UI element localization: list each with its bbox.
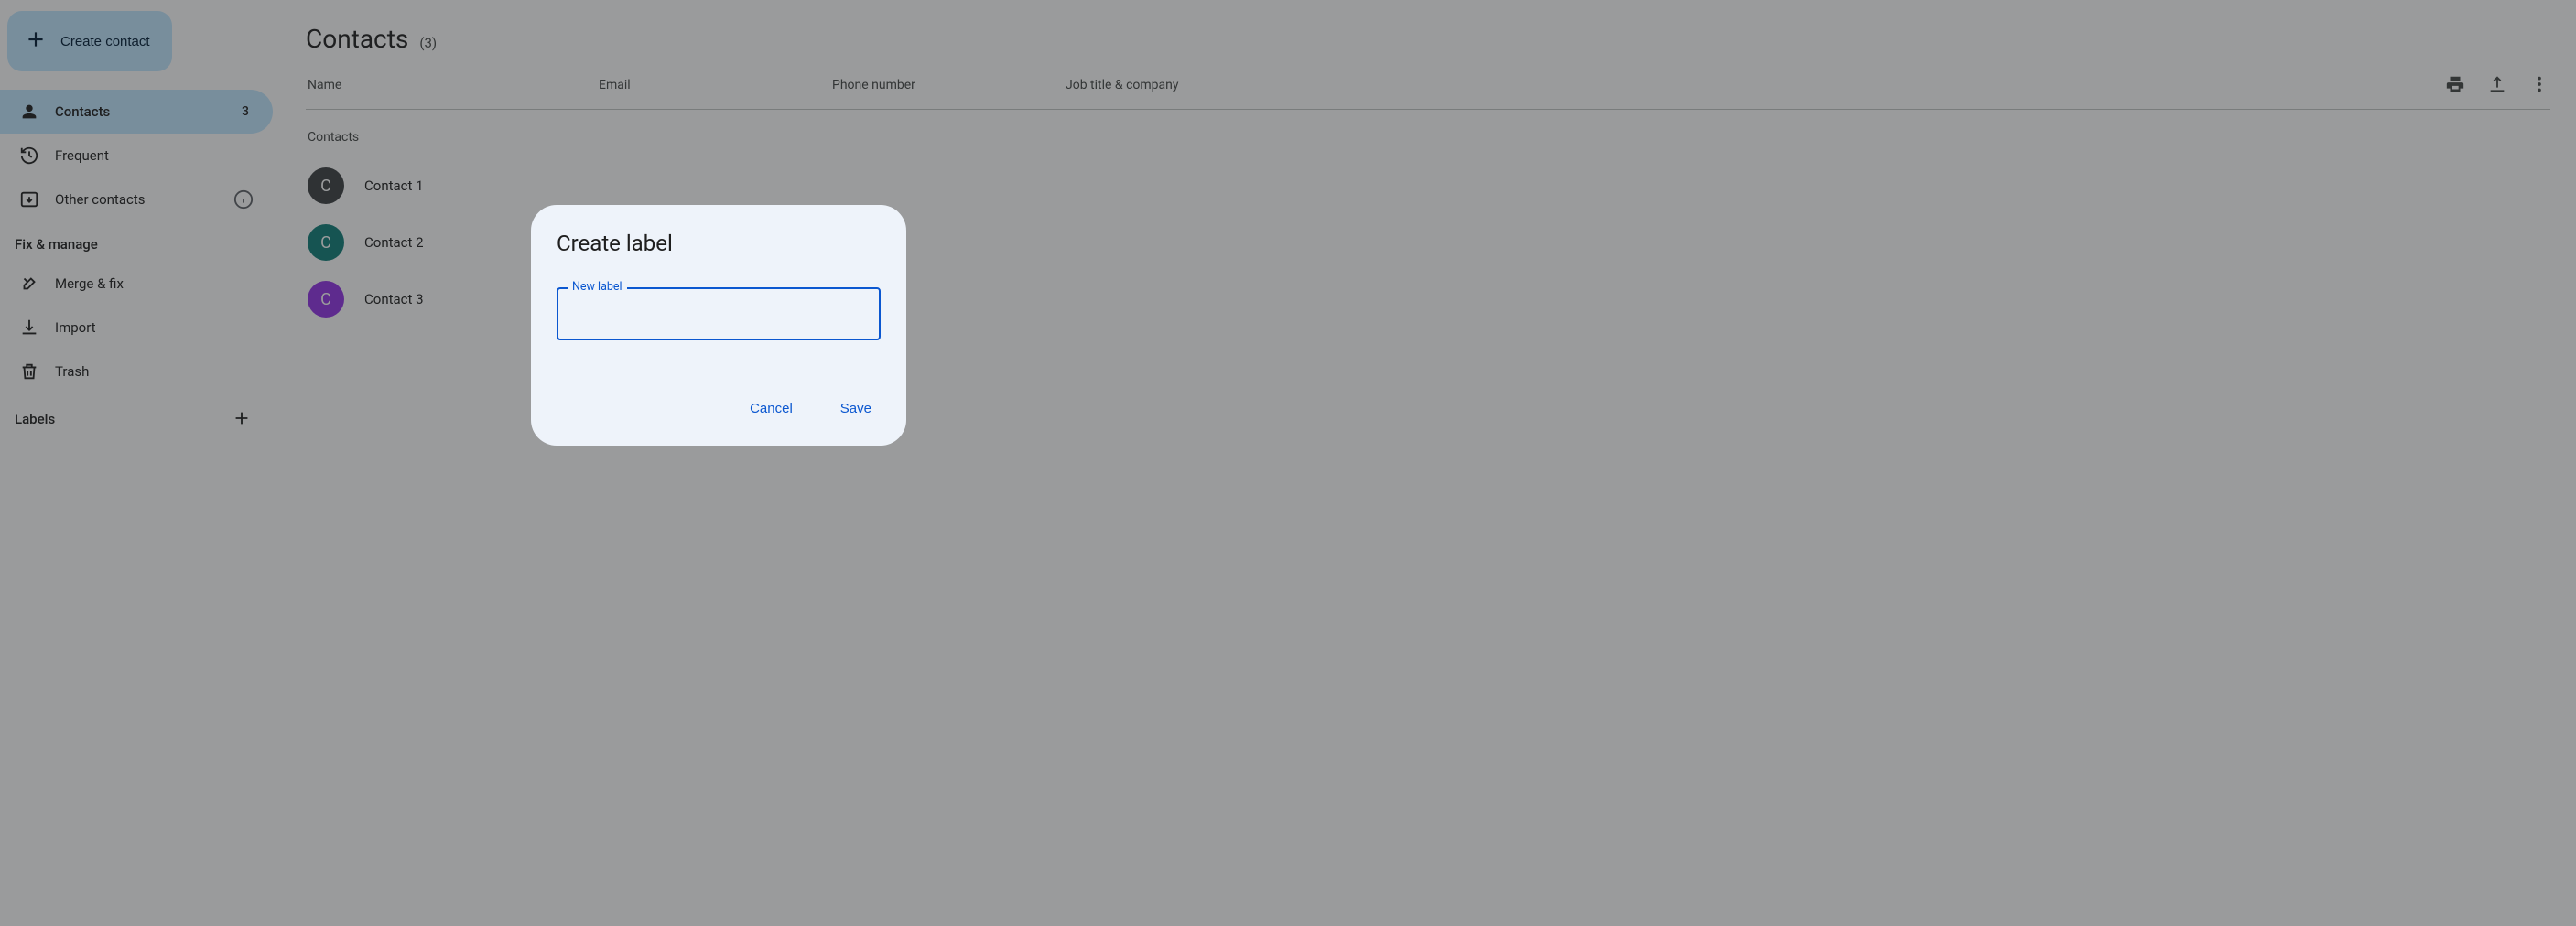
dialog-title: Create label — [557, 231, 881, 256]
new-label-input[interactable] — [557, 287, 881, 340]
save-button[interactable]: Save — [831, 393, 881, 424]
create-label-dialog: Create label New label Cancel Save — [531, 205, 906, 446]
modal-scrim[interactable] — [0, 0, 2576, 926]
new-label-field-label: New label — [568, 280, 627, 294]
cancel-button[interactable]: Cancel — [741, 393, 802, 424]
